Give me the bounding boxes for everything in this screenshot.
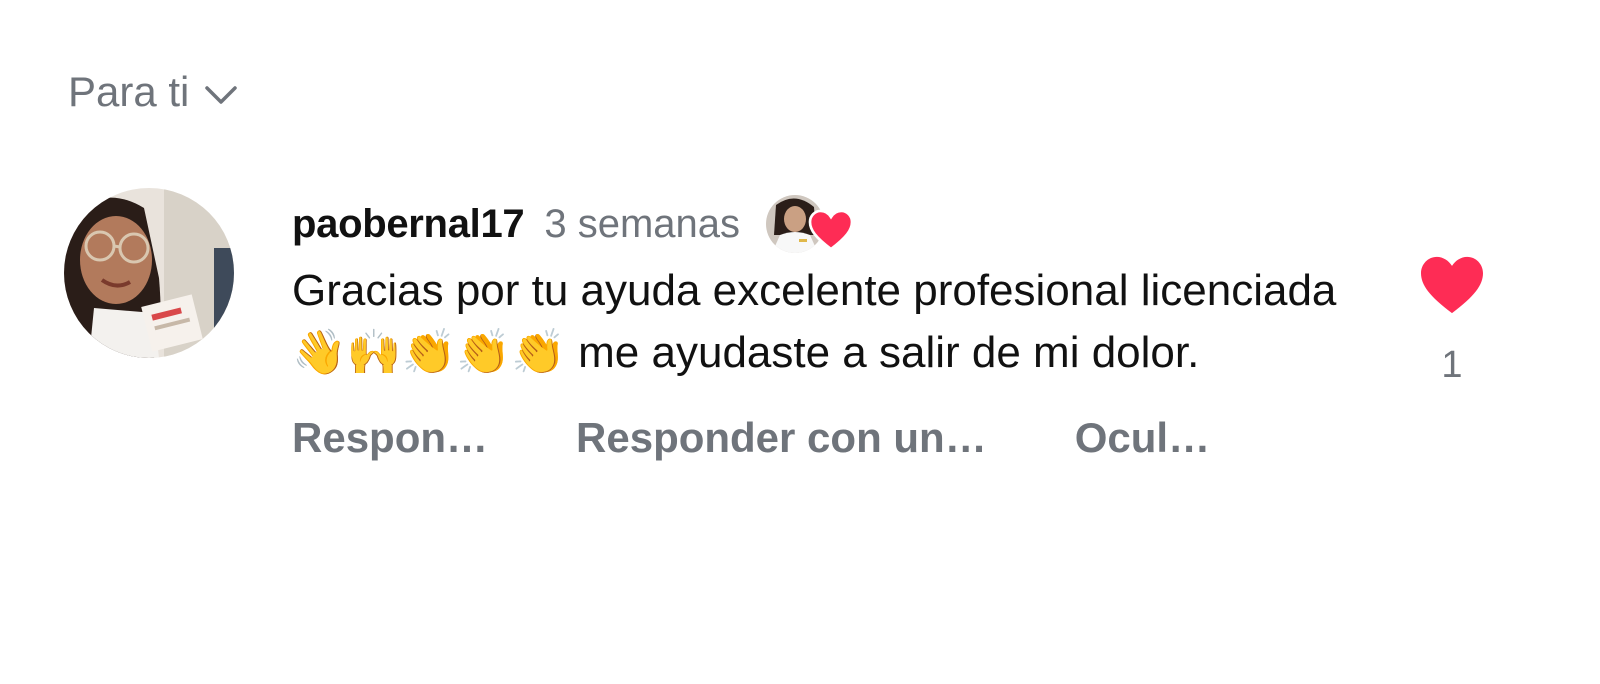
chevron-down-icon: [205, 86, 238, 104]
heart-icon: [808, 209, 854, 251]
sort-dropdown[interactable]: Para ti: [68, 68, 239, 116]
avatar-photo: [64, 188, 234, 358]
sort-label: Para ti: [68, 68, 190, 115]
reply-with-video-button[interactable]: Responder con un…: [576, 414, 987, 462]
heart-icon[interactable]: [1418, 254, 1486, 316]
creator-liked-badge: [766, 193, 856, 255]
username[interactable]: paobernal17: [292, 202, 525, 247]
comment-meta: paobernal17 3 semanas: [292, 188, 1342, 260]
avatar[interactable]: [64, 188, 234, 358]
comment-item: paobernal17 3 semanas Gracias por tu ayu…: [64, 188, 1544, 548]
comment-actions: Respon… Responder con un… Ocul…: [292, 408, 1342, 468]
like-count: 1: [1441, 344, 1463, 386]
comment-text: Gracias por tu ayuda excelente profesion…: [292, 266, 1337, 377]
comment-body: paobernal17 3 semanas Gracias por tu ayu…: [292, 188, 1342, 468]
like-control: 1: [1416, 254, 1488, 387]
timestamp: 3 semanas: [544, 201, 741, 246]
hide-button[interactable]: Ocul…: [1075, 414, 1210, 462]
reply-button[interactable]: Respon…: [292, 414, 488, 462]
